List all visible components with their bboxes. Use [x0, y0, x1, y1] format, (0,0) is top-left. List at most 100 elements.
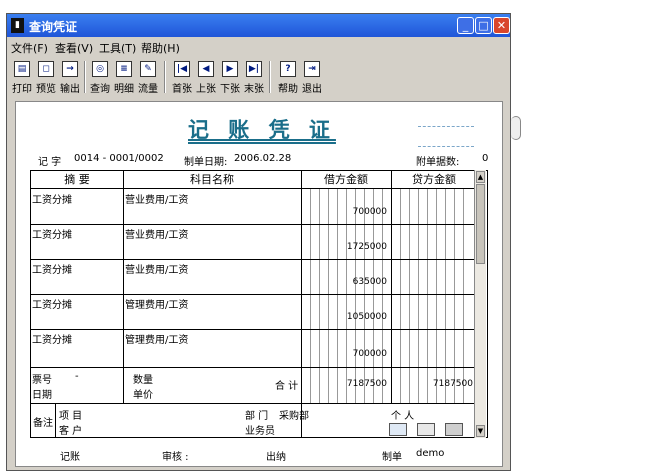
grid-line [301, 171, 302, 437]
row-line [31, 403, 477, 404]
row-account[interactable]: 营业费用/工资 [125, 191, 188, 206]
maker-value: demo [416, 448, 445, 459]
exit-door-icon: ⇥ [304, 61, 320, 77]
row-summary[interactable]: 工资分摊 [32, 331, 72, 346]
query-button[interactable]: ◎ 查询 [89, 59, 111, 95]
header-account: 科目名称 [123, 171, 301, 189]
dept-label: 部 门 [245, 411, 269, 422]
digit-line [400, 189, 401, 403]
project-label[interactable]: 项 目 [59, 407, 82, 422]
next-button[interactable]: ▶ 下张 [219, 59, 241, 95]
digit-line [436, 189, 437, 403]
dept-value[interactable]: 采购部 [279, 407, 309, 422]
voucher-table: 摘 要 科目名称 借方金额 贷方金额 工资分摊 营业费用/工资 700000 工… [30, 170, 488, 438]
ticket-label: 票号 [32, 375, 52, 386]
list-icon: ≡ [116, 61, 132, 77]
help-button[interactable]: ? 帮助 [277, 59, 299, 95]
customer-label[interactable]: 客 户 [59, 422, 82, 437]
decor-line [418, 126, 474, 127]
voucher-paper: 记 账 凭 证 记 字 0014 - 0001/0002 制单日期: 2006.… [15, 101, 503, 467]
detail-button[interactable]: ≡ 明细 [113, 59, 135, 95]
menu-view[interactable]: 查看(V) [55, 40, 93, 56]
header-debit: 借方金额 [301, 171, 391, 189]
row-line [31, 329, 477, 330]
decor-line [418, 146, 474, 147]
calendar-icon[interactable] [417, 423, 435, 436]
window-title: 查询凭证 [29, 20, 78, 34]
menu-file[interactable]: 文件(F) [11, 40, 48, 56]
row-debit[interactable]: 700000 [331, 349, 387, 359]
close-button[interactable]: ✕ [493, 17, 510, 34]
ticket-value[interactable]: - [75, 371, 79, 382]
menu-bar: 文件(F) 查看(V) 工具(T) 帮助(H) [7, 38, 510, 56]
scroll-thumb[interactable] [476, 184, 485, 264]
digit-line [418, 189, 419, 403]
digit-line [364, 189, 365, 403]
flow-button[interactable]: ✎ 流量 [137, 59, 159, 95]
total-debit: 7187500 [346, 379, 387, 389]
preview-icon: ◻ [38, 61, 54, 77]
menu-tools[interactable]: 工具(T) [99, 40, 136, 56]
voucher-type[interactable]: 记 字 [38, 153, 61, 168]
total-label: 合 计 [275, 381, 299, 392]
scroll-down-icon[interactable]: ▼ [476, 425, 485, 437]
header-summary: 摘 要 [31, 171, 123, 189]
output-icon: → [62, 61, 78, 77]
output-button[interactable]: → 输出 [59, 59, 81, 95]
row-debit[interactable]: 1050000 [331, 312, 387, 322]
scroll-up-icon[interactable]: ▲ [476, 171, 485, 183]
date2-label: 日期 [32, 390, 52, 401]
row-summary[interactable]: 工资分摊 [32, 261, 72, 276]
grid-line [55, 403, 56, 437]
row-account[interactable]: 管理费用/工资 [125, 296, 188, 311]
digit-line [454, 189, 455, 403]
grid-line [391, 171, 392, 403]
digit-line [310, 189, 311, 403]
minimize-button[interactable]: _ [457, 17, 474, 34]
preview-button[interactable]: ◻ 预览 [35, 59, 57, 95]
card-icon[interactable] [389, 423, 407, 436]
row-summary[interactable]: 工资分摊 [32, 191, 72, 206]
toolbar-separator [164, 61, 166, 93]
vertical-scrollbar[interactable]: ▲ ▼ [474, 170, 486, 438]
staff-label[interactable]: 业务员 [245, 422, 275, 437]
price-label: 单价 [133, 390, 153, 401]
prev-button[interactable]: ◀ 上张 [195, 59, 217, 95]
voucher-number: 0014 - 0001/0002 [74, 153, 164, 164]
voucher-date[interactable]: 2006.02.28 [234, 153, 291, 164]
attach-count[interactable]: 0 [482, 153, 488, 164]
first-page-icon: |◀ [174, 61, 190, 77]
question-icon: ? [280, 61, 296, 77]
row-debit[interactable]: 1725000 [331, 242, 387, 252]
row-line [31, 367, 477, 368]
last-button[interactable]: ▶| 末张 [243, 59, 265, 95]
first-button[interactable]: |◀ 首张 [171, 59, 193, 95]
row-line [31, 259, 477, 260]
exit-button[interactable]: ⇥ 退出 [301, 59, 323, 95]
digit-line [382, 189, 383, 403]
app-icon: ▮ [11, 18, 24, 33]
total-credit: 7187500 [432, 379, 473, 389]
pen-icon[interactable] [445, 423, 463, 436]
row-account[interactable]: 营业费用/工资 [125, 226, 188, 241]
header-credit: 贷方金额 [391, 171, 477, 189]
row-summary[interactable]: 工资分摊 [32, 226, 72, 241]
person-label[interactable]: 个 人 [391, 407, 414, 422]
maximize-button[interactable]: □ [475, 17, 492, 34]
menu-help[interactable]: 帮助(H) [141, 40, 180, 56]
row-debit[interactable]: 700000 [331, 207, 387, 217]
row-account[interactable]: 管理费用/工资 [125, 331, 188, 346]
digit-line [373, 189, 374, 403]
toolbar-separator [84, 61, 86, 93]
print-button[interactable]: ▤ 打印 [11, 59, 33, 95]
row-account[interactable]: 营业费用/工资 [125, 261, 188, 276]
toolbar-separator [269, 61, 271, 93]
row-debit[interactable]: 635000 [331, 277, 387, 287]
qty-label: 数量 [133, 375, 153, 386]
query-voucher-window: ▮ 查询凭证 _ □ ✕ 文件(F) 查看(V) 工具(T) 帮助(H) ▤ 打印… [6, 13, 511, 471]
digit-line [463, 189, 464, 403]
row-line [31, 294, 477, 295]
last-page-icon: ▶| [246, 61, 262, 77]
prev-page-icon: ◀ [198, 61, 214, 77]
row-summary[interactable]: 工资分摊 [32, 296, 72, 311]
